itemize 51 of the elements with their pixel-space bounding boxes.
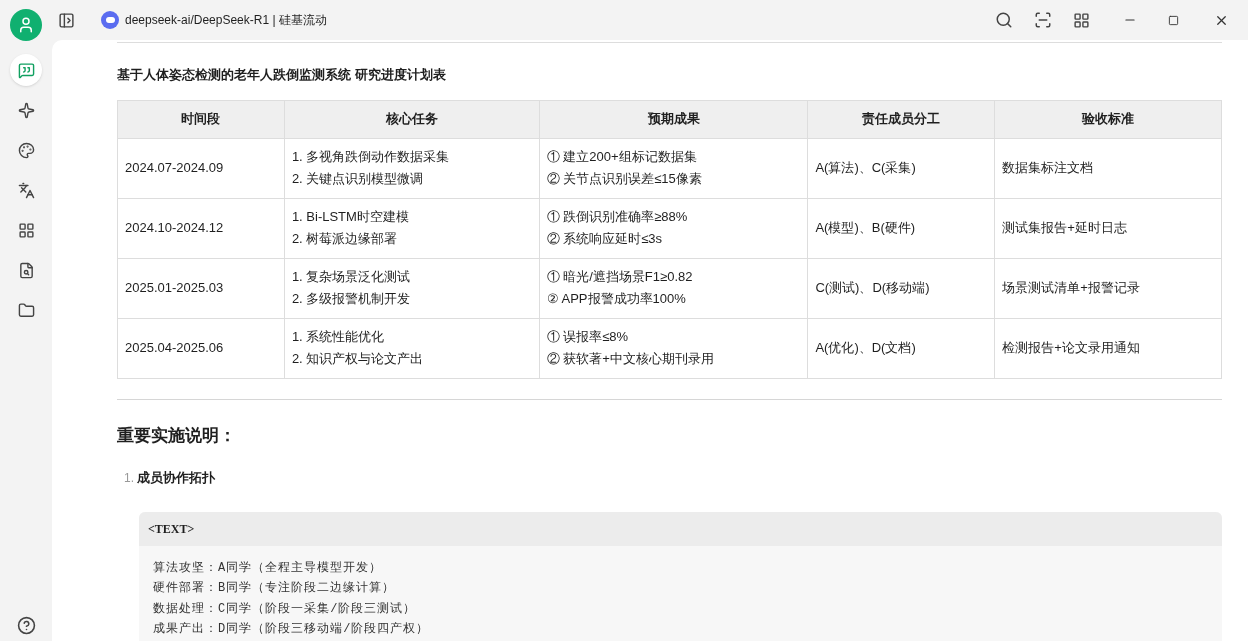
table-cell: C(测试)、D(移动端) bbox=[807, 258, 995, 318]
table-cell: 2024.10-2024.12 bbox=[117, 198, 285, 258]
column-header: 预期成果 bbox=[539, 100, 808, 138]
code-line: 算法攻坚：A同学（全程主导模型开发） bbox=[153, 559, 384, 577]
app-logo bbox=[101, 11, 119, 29]
sparkle-icon bbox=[17, 101, 35, 119]
table-cell: 2025.04-2025.06 bbox=[117, 318, 285, 378]
avatar[interactable] bbox=[10, 9, 42, 41]
folder-icon bbox=[17, 301, 35, 319]
chat-icon bbox=[17, 61, 35, 79]
table-cell: 1. 系统性能优化 2. 知识产权与论文产出 bbox=[284, 318, 540, 378]
maximize-icon[interactable] bbox=[1168, 14, 1179, 26]
table-title: 基于人体姿态检测的老年人跌倒监测系统 研究进度计划表 bbox=[117, 66, 447, 84]
palette-icon bbox=[17, 141, 35, 159]
table-cell: ① 误报率≤8% ② 获软著+中文核心期刊录用 bbox=[539, 318, 808, 378]
grid-icon bbox=[17, 221, 35, 239]
translate-icon bbox=[17, 181, 35, 199]
table-cell: ① 暗光/遮挡场景F1≥0.82 ② APP报警成功率100% bbox=[539, 258, 808, 318]
list-number: 1. bbox=[124, 470, 134, 487]
column-header: 验收标准 bbox=[994, 100, 1222, 138]
section-heading: 重要实施说明： bbox=[117, 424, 237, 447]
table-cell: A(算法)、C(采集) bbox=[807, 138, 995, 198]
grid-icon[interactable] bbox=[1073, 11, 1090, 29]
table-cell: 2025.01-2025.03 bbox=[117, 258, 285, 318]
file-search-icon bbox=[17, 261, 35, 279]
table-cell: 1. 多视角跌倒动作数据采集 2. 关键点识别模型微调 bbox=[284, 138, 540, 198]
column-header: 责任成员分工 bbox=[807, 100, 995, 138]
table-cell: 1. Bi-LSTM时空建模 2. 树莓派边缘部署 bbox=[284, 198, 540, 258]
scan-icon[interactable] bbox=[1034, 11, 1052, 29]
code-line: 硬件部署：B同学（专注阶段二边缘计算） bbox=[153, 580, 397, 597]
table-cell: A(优化)、D(文档) bbox=[807, 318, 995, 378]
table-cell: A(模型)、B(硬件) bbox=[807, 198, 995, 258]
panel-toggle-icon[interactable] bbox=[58, 11, 75, 29]
table-cell: 数据集标注文档 bbox=[994, 138, 1222, 198]
table-cell: ① 跌倒识别准确率≥88% ② 系统响应延时≤3s bbox=[539, 198, 808, 258]
list-item-title: 成员协作拓扑 bbox=[137, 469, 215, 487]
table-cell: 测试集报告+延时日志 bbox=[994, 198, 1222, 258]
table-cell: 检测报告+论文录用通知 bbox=[994, 318, 1222, 378]
column-header: 核心任务 bbox=[284, 100, 540, 138]
code-line: 成果产出：D同学（阶段三移动端/阶段四产权） bbox=[153, 621, 431, 638]
column-header: 时间段 bbox=[117, 100, 285, 138]
search-icon[interactable] bbox=[995, 11, 1013, 29]
user-icon bbox=[17, 16, 35, 34]
code-line: 数据处理：C同学（阶段一采集/阶段三测试） bbox=[153, 600, 418, 618]
table-cell: ① 建立200+组标记数据集 ② 关节点识别误差≤15像素 bbox=[539, 138, 808, 198]
help-icon[interactable] bbox=[16, 616, 36, 635]
table-cell: 场景测试清单+报警记录 bbox=[994, 258, 1222, 318]
table-cell: 2024.07-2024.09 bbox=[117, 138, 285, 198]
window-title: deepseek-ai/DeepSeek-R1 | 硅基流动 bbox=[125, 12, 327, 29]
code-language-label: <TEXT> bbox=[148, 520, 195, 538]
table-cell: 1. 复杂场景泛化测试 2. 多级报警机制开发 bbox=[284, 258, 540, 318]
